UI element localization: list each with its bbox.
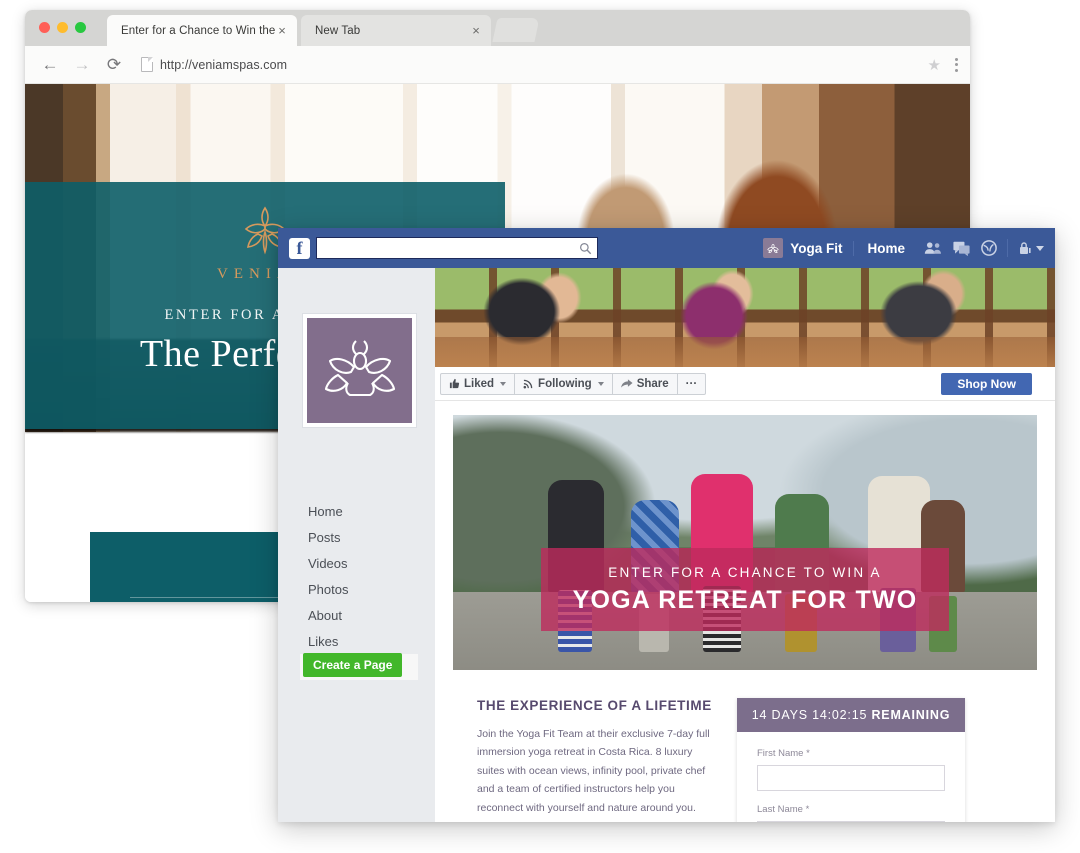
minimize-window-button[interactable] [57,22,68,33]
page-info-icon[interactable] [141,57,153,72]
lotus-icon [324,339,395,396]
create-a-page-button[interactable]: Create a Page [303,653,403,677]
sidebar-item-videos[interactable]: Videos [300,550,418,576]
notifications-icon[interactable] [981,240,997,256]
rss-following-icon [523,379,533,389]
browser-tab-title: New Tab [315,24,361,37]
bookmark-star-icon[interactable]: ★ [928,56,941,74]
facebook-profile-picture[interactable] [302,313,417,428]
facebook-page-actions: Liked Following Share ··· [440,372,707,395]
new-tab-button[interactable] [492,18,540,42]
countdown-time: 14 DAYS 14:02:15 [751,708,872,722]
thumbs-up-icon [449,378,460,389]
promo-banner-image: ENTER FOR A CHANCE TO WIN A YOGA RETREAT… [453,415,1037,670]
messages-icon[interactable] [953,241,970,256]
facebook-account-menu[interactable] [1007,239,1044,257]
close-icon[interactable]: × [275,24,289,38]
close-icon[interactable]: × [469,24,483,38]
kebab-menu-icon[interactable] [955,57,958,72]
maximize-window-button[interactable] [75,22,86,33]
privacy-lock-icon[interactable] [1019,241,1031,255]
address-bar[interactable]: http://veniamspas.com [141,53,920,77]
entry-form-fields: First Name * Last Name * [737,732,965,822]
reload-icon[interactable]: ⟳ [101,52,127,78]
sidebar-item-likes[interactable]: Likes [300,628,418,654]
sidebar-item-home[interactable]: Home [300,498,418,524]
search-icon [580,242,592,254]
chevron-down-icon[interactable] [597,381,604,386]
avatar [763,238,784,258]
friend-requests-icon[interactable] [924,241,942,255]
browser-tab-strip: Enter for a Chance to Win the Perfec × N… [25,10,970,46]
share-label: Share [636,377,669,390]
facebook-page-link[interactable]: Yoga Fit [763,238,853,258]
sweepstakes-copy: THE EXPERIENCE OF A LIFETIME Join the Yo… [477,698,715,822]
close-window-button[interactable] [39,22,50,33]
sidebar-item-about[interactable]: About [300,602,418,628]
forward-icon[interactable]: → [69,52,95,78]
promo-text-band: ENTER FOR A CHANCE TO WIN A YOGA RETREAT… [541,548,949,631]
cover-photo-floor [435,337,1055,367]
first-name-input[interactable] [757,765,945,791]
first-name-label: First Name * [757,748,810,759]
promo-title: YOGA RETREAT FOR TWO [572,585,918,614]
browser-tab-active[interactable]: Enter for a Chance to Win the Perfec × [107,15,297,46]
facebook-cover-photo[interactable] [435,268,1055,367]
facebook-action-bar: Liked Following Share ··· Shop Now [435,367,1055,401]
facebook-sidebar: Home Posts Videos Photos About Likes Swe… [278,268,435,822]
sidebar-item-posts[interactable]: Posts [300,524,418,550]
shop-now-button[interactable]: Shop Now [941,372,1032,395]
screenshot-stage: Enter for a Chance to Win the Perfec × N… [0,0,1080,853]
browser-tab-title: Enter for a Chance to Win the Perfec [121,24,275,37]
sweepstakes-tab-content: ENTER FOR A CHANCE TO WIN A YOGA RETREAT… [435,401,1055,822]
sweepstakes-entry-form: 14 DAYS 14:02:15 REMAINING First Name * … [737,698,965,822]
window-traffic-lights [39,22,86,33]
following-label: Following [538,377,592,390]
liked-label: Liked [464,377,495,390]
section-heading: THE EXPERIENCE OF A LIFETIME [477,698,712,713]
sidebar-item-photos[interactable]: Photos [300,576,418,602]
browser-toolbar: ← → ⟳ http://veniamspas.com ★ [25,46,970,84]
following-button[interactable]: Following [515,373,613,394]
promo-kicker: ENTER FOR A CHANCE TO WIN A [608,564,882,580]
avatar [307,318,412,423]
browser-tab-new[interactable]: New Tab × [301,15,491,46]
share-button[interactable]: Share [613,373,678,394]
share-arrow-icon [620,379,633,388]
facebook-nav-icons [918,240,1007,256]
facebook-page-name: Yoga Fit [790,240,843,256]
section-paragraph: Join the Yoga Fit Team at their exclusiv… [477,728,710,814]
sweepstakes-details: THE EXPERIENCE OF A LIFETIME Join the Yo… [435,670,1055,822]
more-options-button[interactable]: ··· [678,374,706,394]
last-name-label: Last Name * [757,804,810,815]
lotus-icon [767,244,779,254]
address-bar-url: http://veniamspas.com [160,57,288,72]
liked-button[interactable]: Liked [441,373,516,394]
facebook-search-bar[interactable] [316,237,598,259]
facebook-page-body: Home Posts Videos Photos About Likes Swe… [278,268,1055,822]
facebook-home-link[interactable]: Home [853,240,918,256]
back-icon[interactable]: ← [37,52,63,78]
chevron-down-icon[interactable] [1036,245,1044,251]
last-name-input[interactable] [757,821,945,822]
countdown-bar: 14 DAYS 14:02:15 REMAINING [737,698,965,732]
chevron-down-icon[interactable] [500,381,507,386]
facebook-top-nav: f Yoga Fit Home [278,228,1055,268]
facebook-nav-right: Yoga Fit Home [763,228,1044,268]
facebook-logo-icon[interactable]: f [289,237,310,259]
countdown-remaining-label: REMAINING [871,708,951,722]
browser-window-facebook: f Yoga Fit Home Home Posts Videos Photos… [278,228,1055,822]
facebook-main-column: Liked Following Share ··· Shop Now ENTER… [435,268,1055,822]
